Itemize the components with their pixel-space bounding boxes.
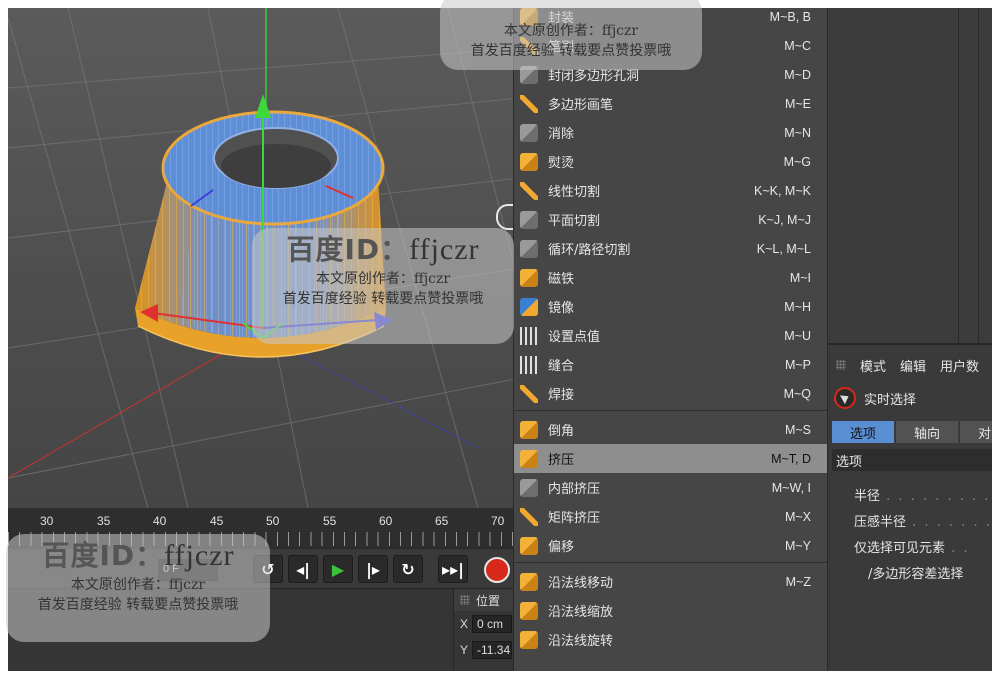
- menu-item[interactable]: 焊接 M~Q: [514, 379, 827, 408]
- tab-options[interactable]: 选项: [832, 421, 894, 443]
- stitch-icon: [520, 355, 538, 374]
- live-selection-icon: [834, 387, 856, 409]
- param-polygon-tolerance[interactable]: /多边形容差选择: [868, 563, 963, 582]
- grip-icon[interactable]: [836, 360, 846, 370]
- loop-cut-icon: [520, 239, 538, 258]
- watermark-id: 百度ID：ffjczr: [41, 539, 235, 572]
- offset-icon: [520, 536, 538, 555]
- timeline-tick: 45: [210, 514, 224, 528]
- line-cut-icon: [520, 181, 538, 200]
- play-button[interactable]: ▶: [323, 555, 353, 583]
- next-key-icon: |▸: [366, 559, 380, 579]
- menu-item[interactable]: 循环/路径切割 K~L, M~L: [514, 234, 827, 263]
- normal-rotate-icon: [520, 630, 538, 649]
- watermark: 百度ID：ffjczr 本文原创作者：ffjczr 首发百度经验 转载要点赞投票…: [6, 534, 270, 642]
- column-divider: [978, 8, 979, 343]
- goto-end-button[interactable]: ▸▸|: [438, 555, 468, 583]
- extrude-icon: [520, 449, 538, 468]
- object-manager[interactable]: [828, 8, 992, 343]
- timeline-tick: 55: [323, 514, 337, 528]
- bevel-icon: [520, 420, 538, 439]
- polygon-pen-icon: [520, 94, 538, 113]
- menu-item[interactable]: 沿法线旋转: [514, 625, 827, 654]
- timeline-tick: 30: [40, 514, 54, 528]
- menu-separator: [514, 410, 827, 411]
- weld-icon: [520, 384, 538, 403]
- plane-cut-icon: [520, 210, 538, 229]
- iron-icon: [520, 152, 538, 171]
- menu-edit[interactable]: 编辑: [900, 356, 926, 375]
- watermark: 本文原创作者：ffjczr 首发百度经验 转载要点赞投票哦: [440, 0, 702, 70]
- mirror-icon: [520, 297, 538, 316]
- menu-item[interactable]: 倒角 M~S: [514, 415, 827, 444]
- normal-scale-icon: [520, 601, 538, 620]
- column-divider: [958, 8, 959, 343]
- loop-icon: ↻: [401, 559, 415, 579]
- menu-item[interactable]: 沿法线缩放: [514, 596, 827, 625]
- menu-item[interactable]: 线性切割 K~K, M~K: [514, 176, 827, 205]
- param-visible-only[interactable]: 仅选择可见元素 . .: [854, 537, 970, 556]
- menu-user-data[interactable]: 用户数: [940, 356, 979, 375]
- loop-button[interactable]: ↻: [393, 555, 423, 583]
- param-pressure-radius[interactable]: 压感半径 . . . . . . .: [854, 511, 992, 530]
- coord-x-row: X 0 cm: [454, 611, 520, 637]
- tab-object[interactable]: 对象: [960, 421, 992, 443]
- mesh-tools-menu: 封装 M~B, B 笔刷 M~C 封闭多边形孔洞 M~D 多边形画笔 M~E 消…: [513, 8, 828, 671]
- timeline-tick: 70: [491, 514, 505, 528]
- section-header[interactable]: 选项: [832, 449, 992, 471]
- menu-item[interactable]: 沿法线移动 M~Z: [514, 567, 827, 596]
- menu-mode[interactable]: 模式: [860, 356, 886, 375]
- menu-item[interactable]: 磁铁 M~I: [514, 263, 827, 292]
- coord-y-label: Y: [460, 643, 469, 657]
- tool-name: 实时选择: [864, 392, 917, 408]
- menu-item[interactable]: 矩阵挤压 M~X: [514, 502, 827, 531]
- attributes-manager: 模式 编辑 用户数 实时选择 选项 轴向 对象 选项 半径 . . . . . …: [828, 343, 992, 671]
- magnet-icon: [520, 268, 538, 287]
- grip-icon[interactable]: [460, 595, 470, 605]
- menu-item[interactable]: 平面切割 K~J, M~J: [514, 205, 827, 234]
- attribute-tabs: 选项 轴向 对象: [832, 421, 992, 443]
- menu-separator: [514, 562, 827, 563]
- coord-y-row: Y -11.34: [454, 637, 520, 663]
- menu-item[interactable]: 消除 M~N: [514, 118, 827, 147]
- record-button[interactable]: [484, 557, 510, 583]
- timeline-tick: 60: [379, 514, 393, 528]
- coordinates-header: 位置: [454, 589, 520, 611]
- normal-move-icon: [520, 572, 538, 591]
- prev-key-button[interactable]: ◂|: [288, 555, 318, 583]
- prev-key-icon: ◂|: [296, 559, 310, 579]
- timeline-tick: 40: [153, 514, 167, 528]
- menu-item[interactable]: 多边形画笔 M~E: [514, 89, 827, 118]
- coord-x-field[interactable]: 0 cm: [472, 615, 513, 633]
- timeline-tick: 65: [435, 514, 449, 528]
- play-icon: ▶: [331, 559, 345, 579]
- menu-item[interactable]: 镜像 M~H: [514, 292, 827, 321]
- menu-item[interactable]: 内部挤压 M~W, I: [514, 473, 827, 502]
- goto-end-icon: ▸▸|: [442, 559, 464, 579]
- attributes-menubar: 模式 编辑 用户数: [828, 353, 979, 377]
- matrix-extrude-icon: [520, 507, 538, 526]
- menu-item-highlighted[interactable]: 挤压 M~T, D: [514, 444, 827, 473]
- extrude-inner-icon: [520, 478, 538, 497]
- menu-item[interactable]: 设置点值 M~U: [514, 321, 827, 350]
- watermark: 百度ID：ffjczr 本文原创作者：ffjczr 首发百度经验 转载要点赞投票…: [252, 228, 514, 344]
- watermark-id: 百度ID：ffjczr: [286, 233, 480, 266]
- menu-item[interactable]: 熨烫 M~G: [514, 147, 827, 176]
- coordinates-panel: 位置 X 0 cm Y -11.34: [453, 588, 520, 671]
- coordinates-title: 位置: [476, 593, 501, 608]
- tab-axis[interactable]: 轴向: [896, 421, 958, 443]
- active-tool: 实时选择: [834, 387, 916, 409]
- coord-y-field[interactable]: -11.34: [472, 641, 513, 659]
- timeline-tick: 50: [266, 514, 280, 528]
- dissolve-icon: [520, 123, 538, 142]
- set-point-icon: [520, 326, 538, 345]
- timeline-tick: 35: [97, 514, 111, 528]
- menu-item[interactable]: 缝合 M~P: [514, 350, 827, 379]
- next-key-button[interactable]: |▸: [358, 555, 388, 583]
- coord-x-label: X: [460, 617, 469, 631]
- param-radius[interactable]: 半径 . . . . . . . . . . .: [854, 485, 992, 504]
- menu-item[interactable]: 偏移 M~Y: [514, 531, 827, 560]
